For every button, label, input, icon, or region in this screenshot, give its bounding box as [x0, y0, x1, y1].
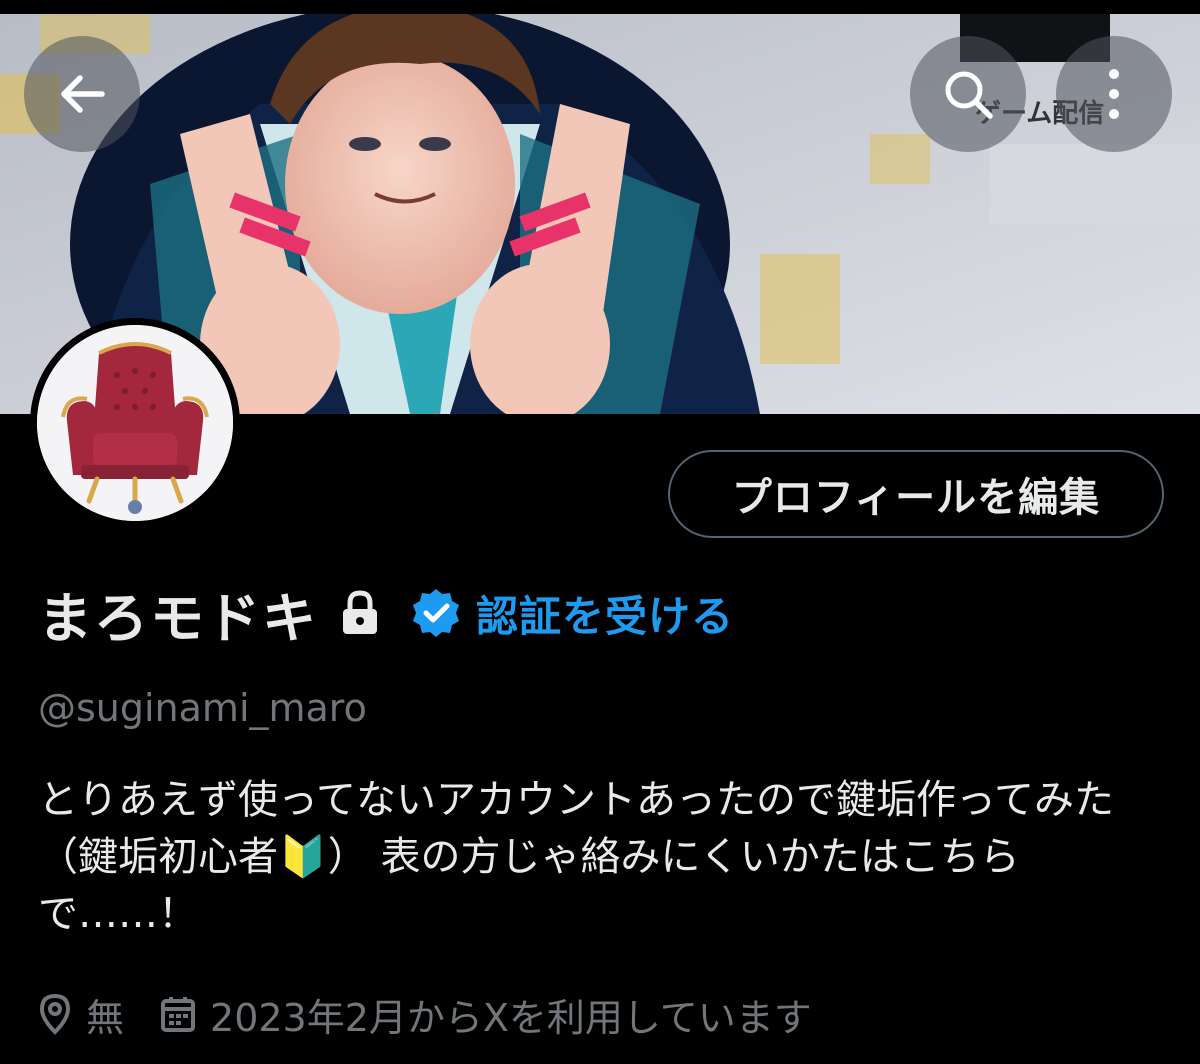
profile-location: 無	[86, 995, 125, 1040]
verified-badge-icon[interactable]	[410, 587, 462, 639]
more-vertical-icon	[1109, 69, 1119, 119]
back-button[interactable]	[24, 36, 140, 152]
calendar-icon	[160, 995, 196, 1033]
status-bar-strip	[0, 0, 1200, 14]
name-row: まろモドキ 認証を受ける	[38, 578, 734, 650]
user-handle: @suginami_maro	[38, 686, 367, 730]
edit-profile-button[interactable]: プロフィールを編集	[668, 450, 1164, 538]
search-icon	[945, 71, 993, 119]
lock-icon	[340, 590, 380, 636]
location-pin-icon	[38, 993, 72, 1035]
profile-meta-row: 無 2023年2月からXを利用しています	[38, 986, 812, 1042]
search-button[interactable]	[910, 36, 1026, 152]
join-date: 2023年2月からXを利用しています	[210, 995, 812, 1040]
more-options-button[interactable]	[1056, 36, 1172, 152]
profile-bio: とりあえず使ってないアカウントあったので鍵垢作ってみた（鍵垢初心者🔰） 表の方じ…	[38, 777, 1114, 937]
arrow-left-icon	[61, 75, 105, 113]
throne-chair-image	[37, 325, 233, 521]
display-name: まろモドキ	[38, 586, 318, 650]
avatar[interactable]	[30, 318, 240, 528]
avatar-image	[37, 325, 233, 521]
get-verified-link[interactable]: 認証を受ける	[476, 583, 734, 644]
